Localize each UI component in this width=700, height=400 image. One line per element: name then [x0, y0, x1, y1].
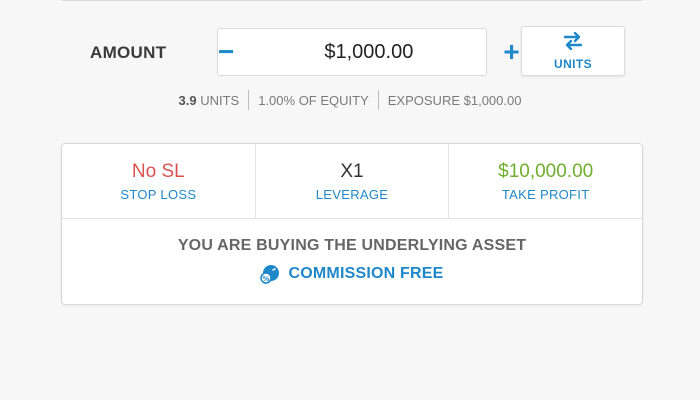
leverage-label: LEVERAGE [315, 186, 389, 202]
equity-info: 1.00% OF EQUITY [258, 92, 369, 108]
units-value: 3.9 [178, 92, 197, 108]
trade-panel: AMOUNT − + UNITS 3.9 UNITS 1.00% OF EQUIT… [0, 0, 700, 400]
units-info: 3.9 UNITS [170, 93, 249, 108]
stop-loss-label: STOP LOSS [120, 186, 197, 202]
increase-amount-button[interactable]: + [503, 29, 519, 75]
order-settings-row: No SL STOP LOSS X1 LEVERAGE $10,000.00 T… [62, 144, 642, 219]
units-toggle-label: UNITS [554, 56, 592, 71]
position-info-row: 3.9 UNITS 1.00% OF EQUITY EXPOSURE $1,000.… [0, 90, 700, 110]
stop-loss-setting[interactable]: No SL STOP LOSS [62, 144, 255, 218]
units-suffix: UNITS [196, 92, 240, 108]
take-profit-setting[interactable]: $10,000.00 TAKE PROFIT [448, 144, 642, 218]
leverage-value: X1 [340, 160, 364, 182]
amount-input[interactable] [234, 31, 504, 73]
stop-loss-value: No SL [131, 160, 185, 182]
leverage-setting[interactable]: X1 LEVERAGE [254, 144, 449, 218]
take-profit-value: $10,000.00 [498, 160, 594, 182]
take-profit-label: TAKE PROFIT [501, 186, 590, 202]
decrease-amount-button[interactable]: − [218, 29, 234, 75]
amount-stepper: − + [217, 28, 520, 76]
units-toggle-button[interactable]: UNITS [521, 26, 625, 76]
svg-text:%: % [263, 275, 270, 283]
buying-underlying-text: YOU ARE BUYING THE UNDERLYING ASSET [177, 237, 527, 254]
top-card-edge [60, 0, 644, 1]
order-settings-card: No SL STOP LOSS X1 LEVERAGE $10,000.00 T… [61, 143, 643, 305]
swap-arrows-icon [563, 31, 583, 53]
amount-label: AMOUNT [90, 43, 167, 62]
exposure-info: EXPOSURE $1,000.00 [387, 92, 522, 108]
commission-free-notice: % COMMISSION FREE [62, 264, 642, 284]
commission-percent-icon: % [260, 264, 280, 284]
commission-free-label: COMMISSION FREE [288, 265, 444, 283]
